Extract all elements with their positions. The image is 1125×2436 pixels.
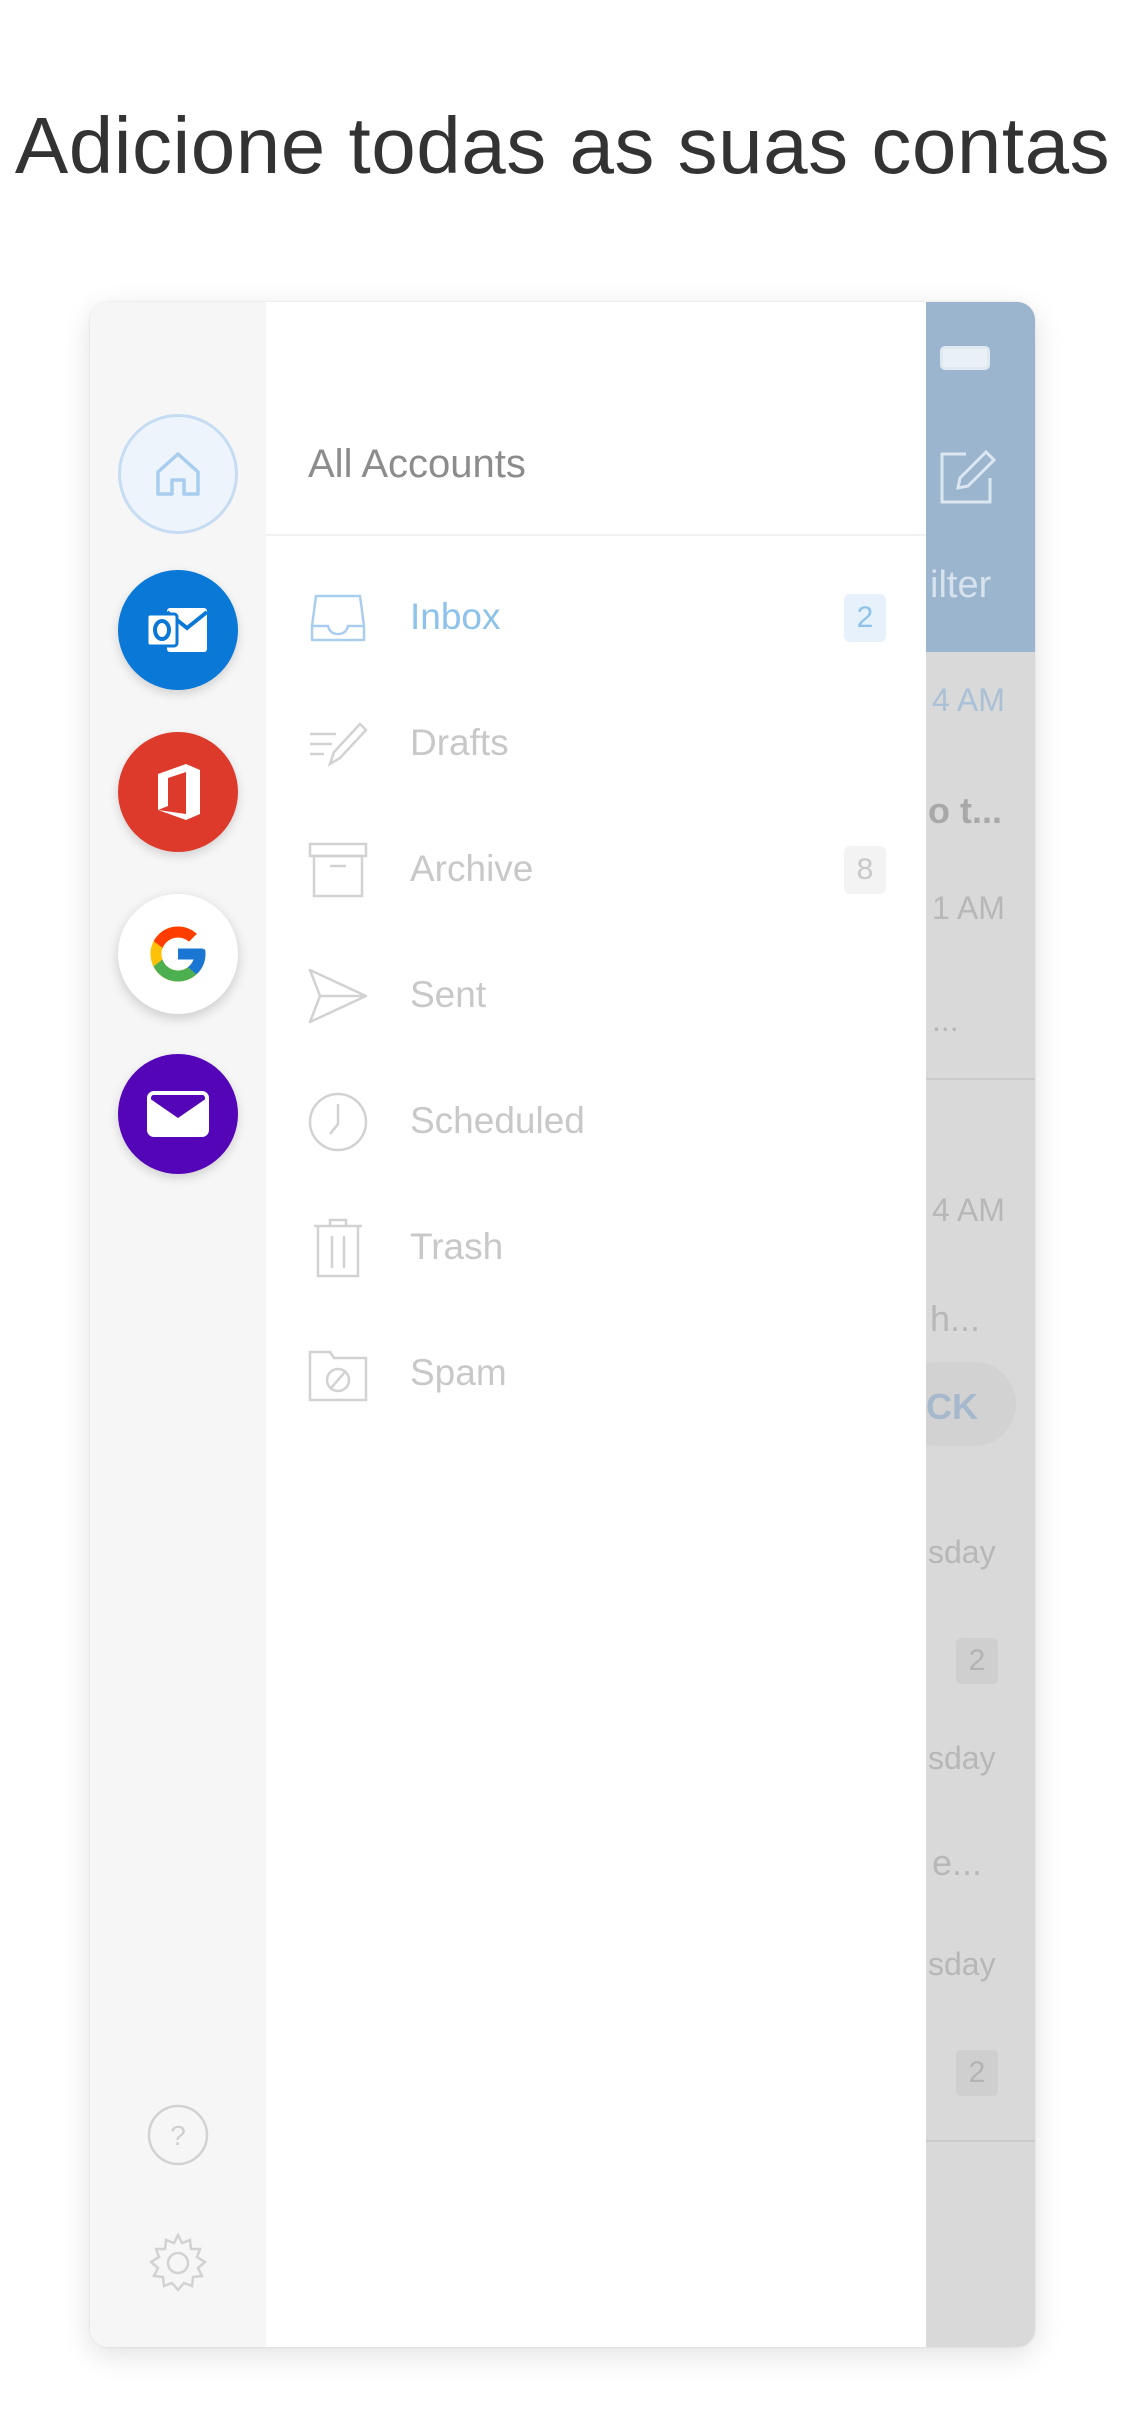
folder-drafts[interactable]: Drafts [266,694,926,794]
folder-label: Sent [410,974,487,1015]
account-home[interactable] [118,414,238,534]
date-label: sday [928,1534,996,1570]
home-icon [156,452,200,496]
folder-label: Drafts [410,722,509,763]
folder-sent[interactable]: Sent [266,946,926,1046]
spam-folder-icon [308,1350,368,1402]
folder-label: Scheduled [410,1100,585,1141]
svg-text:?: ? [170,2120,186,2151]
divider [926,2140,1035,2142]
panel-title: All Accounts [308,442,526,486]
mail-icon [147,1091,209,1137]
background-inbox: ilter 4 AM o t... 1 AM ... 4 AM h... CK … [926,302,1035,2347]
filter-label: ilter [930,564,992,606]
pill-label: CK [926,1386,978,1427]
account-google[interactable] [118,894,238,1014]
outlook-icon [145,608,209,652]
headline: Adicione todas as suas contas [14,101,1111,190]
clock-icon [308,1092,368,1152]
subject-label: o t... [928,790,1002,831]
snippet-label: h... [930,1298,981,1339]
folder-archive[interactable]: Archive 8 [266,820,926,920]
office-icon [158,764,200,820]
inbox-header: ilter [926,302,1035,652]
account-office[interactable] [118,732,238,852]
count-badge: 2 [956,1638,998,1684]
date-label: sday [928,1740,996,1776]
folder-trash[interactable]: Trash [266,1198,926,1298]
count-badge: 8 [844,846,886,894]
folder-label: Spam [410,1352,507,1393]
trash-icon [314,1218,362,1278]
folder-spam[interactable]: Spam [266,1324,926,1424]
account-outlook[interactable] [118,570,238,690]
time-label: 4 AM [932,682,1005,718]
time-label: 1 AM [932,890,1005,926]
folder-inbox[interactable]: Inbox 2 [266,568,926,668]
compose-icon [940,449,996,504]
snippet-label: ... [932,1002,959,1038]
folder-label: Inbox [410,596,501,637]
folder-label: Archive [410,848,534,889]
drafts-pencil-icon [310,722,368,767]
snippet-label: e... [932,1842,983,1883]
gear-icon [148,2232,208,2292]
divider [926,1078,1035,1080]
date-label: sday [928,1946,996,1982]
inbox-tray-icon [310,594,366,642]
google-icon [150,926,206,982]
archive-box-icon [308,842,368,898]
battery-icon [940,346,990,370]
help-button[interactable]: ? [145,2102,211,2168]
count-badge: 2 [956,2050,998,2096]
folder-label: Trash [410,1226,504,1267]
help-icon: ? [147,2104,209,2166]
folder-panel: All Accounts Inbox 2 Drafts Archive 8 Se… [266,302,926,2347]
unread-badge: 2 [844,594,886,642]
folder-scheduled[interactable]: Scheduled [266,1072,926,1172]
settings-button[interactable] [145,2230,211,2296]
account-rail: ? [90,302,266,2347]
account-mail[interactable] [118,1054,238,1174]
app-screenshot-frame: ? All Accounts Inbox 2 Drafts Archive 8 … [90,302,1035,2347]
paper-plane-icon [308,968,368,1024]
time-label: 4 AM [932,1192,1005,1228]
divider [266,534,926,536]
